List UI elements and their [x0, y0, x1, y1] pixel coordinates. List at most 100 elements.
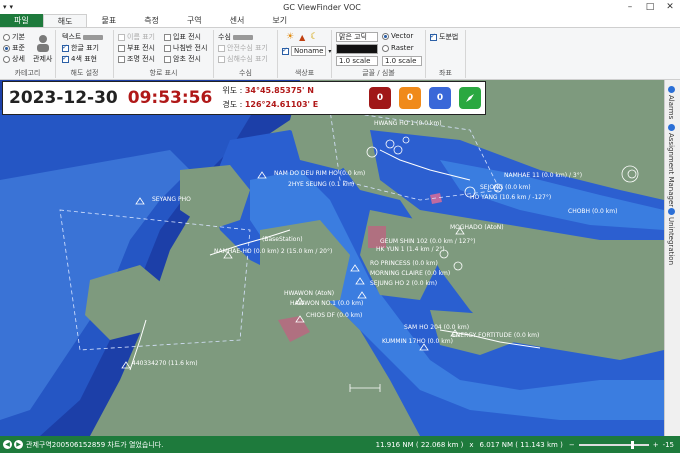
tab-measure[interactable]: 측정	[130, 14, 173, 27]
map-label-hyeseung[interactable]: 2HYE SEUNG (0.1 km)	[288, 181, 354, 188]
assignment-label: Assignment Manager	[667, 133, 675, 208]
name-checkbox[interactable]	[118, 33, 125, 41]
safe-depth-checkbox[interactable]	[218, 44, 225, 52]
text-slider[interactable]	[83, 34, 104, 40]
spiral-checkbox[interactable]	[164, 44, 171, 52]
reef-checkbox[interactable]	[164, 55, 171, 63]
spiral-label: 나침반 전시	[173, 44, 208, 52]
map-label-chobh[interactable]: CHOBH (0.0 km)	[568, 208, 617, 215]
close-icon[interactable]: ✕	[660, 2, 680, 12]
depth-slider[interactable]	[232, 34, 253, 40]
quick-access-icon[interactable]: ▾	[10, 3, 14, 11]
korean-checkbox[interactable]	[62, 43, 69, 52]
prev-icon[interactable]: ◀	[3, 440, 12, 449]
app-window: ▾ ▾ GC ViewFinder VOC – □ ✕ 파일 해도 물표 측정 구…	[0, 0, 680, 453]
lat-label: 위도 :	[222, 86, 243, 95]
map-label-hawwon[interactable]: HAWWON NO.1 (0.0 km)	[290, 300, 363, 307]
zoom-out-icon[interactable]: −	[569, 441, 575, 449]
side-tab-alarms[interactable]: Alarms	[667, 86, 675, 119]
scale-dropdown-1[interactable]: 1.0 scale	[336, 56, 378, 66]
safe-depth-label: 안전수심 표기	[227, 44, 268, 52]
dms-checkbox[interactable]	[430, 32, 437, 41]
nautical-chart[interactable]	[0, 80, 664, 436]
tab-target[interactable]: 물표	[87, 14, 130, 27]
map-label-hwangho[interactable]: HWANG HO 1 (0.0 km)	[374, 120, 442, 127]
font-color-swatch[interactable]	[336, 44, 378, 54]
map-label-namhae11[interactable]: NAMHAE 11 (0.0 km) / 3°)	[504, 172, 582, 179]
scale-dropdown-2[interactable]: 1.0 scale	[382, 56, 422, 66]
raster-radio[interactable]	[382, 44, 389, 52]
palette-dropdown[interactable]: Noname	[291, 46, 327, 56]
map-label-hkyun[interactable]: HK YUN 1 (1.4 km / 2°)	[376, 246, 445, 253]
palette-checkbox[interactable]	[282, 46, 289, 55]
reef-label: 암초 전시	[173, 55, 201, 63]
window-title: GC ViewFinder VOC	[283, 2, 361, 12]
map-label-chios[interactable]: CHIOS DF (0.0 km)	[306, 312, 362, 319]
alarm-count-red[interactable]: 0	[369, 87, 391, 109]
detail-radio[interactable]	[3, 55, 10, 63]
zoom-slider[interactable]	[578, 440, 649, 449]
manager-button[interactable]: 관제사	[33, 34, 52, 64]
tab-sensor[interactable]: 센서	[216, 14, 259, 27]
vector-label: Vector	[391, 32, 414, 40]
map-label-namdo[interactable]: NAM DO DEU RIM HO (0.0 km)	[274, 170, 365, 177]
minimize-icon[interactable]: –	[620, 2, 640, 12]
standard-radio[interactable]	[3, 44, 10, 52]
font-dropdown[interactable]: 맑은 고딕	[336, 32, 378, 42]
side-tab-unintegration[interactable]: Unintegration	[667, 208, 675, 265]
map-label-namhaeho[interactable]: NAMHAE-HO (0.0 km) 2 (15.0 km / 20°)	[214, 248, 332, 255]
light-checkbox[interactable]	[118, 55, 125, 63]
tab-view[interactable]: 보기	[258, 14, 301, 27]
lon-value: 126°24.61103' E	[244, 100, 319, 109]
map-label-hoyang[interactable]: HO YANG (10.6 km / -127°)	[470, 194, 551, 201]
tab-chart[interactable]: 해도	[42, 14, 88, 27]
map-label-samho[interactable]: SAM HO 204 (0.0 km)	[404, 324, 469, 331]
chart-map[interactable]: SEYANG PHO NAM DO DEU RIM HO (0.0 km) 2H…	[0, 80, 664, 436]
unintegration-icon	[667, 208, 675, 215]
alarm-count-blue[interactable]: 0	[429, 87, 451, 109]
zoom-in-icon[interactable]: +	[653, 441, 659, 449]
coords-group-name: 좌표	[439, 69, 452, 77]
map-label-energy[interactable]: ENERGY FORTITUDE (0.0 km)	[452, 332, 539, 339]
map-label-kummin[interactable]: KUMMIN 17HO (0.0 km)	[382, 338, 453, 345]
tab-file[interactable]: 파일	[0, 14, 43, 27]
chart-settings-group-name: 해도 설정	[70, 69, 99, 77]
app-menu-icon[interactable]: ▾	[3, 3, 7, 11]
next-icon[interactable]: ▶	[14, 440, 23, 449]
map-label-basestation[interactable]: (BaseStation)	[262, 236, 303, 243]
side-tab-assignment[interactable]: Assignment Manager	[667, 124, 675, 207]
night-icon[interactable]: ☾	[310, 32, 318, 42]
map-label-moghado[interactable]: MOGHADO (AtoN)	[450, 224, 504, 231]
korean-label: 한글 표기	[71, 44, 99, 52]
chart-width: 11.916 NM ( 22.068 km )	[375, 440, 464, 449]
map-label-morningclaire[interactable]: MORNING CLAIRE (0.0 km)	[370, 270, 450, 277]
manager-label: 관제사	[33, 55, 53, 63]
tab-zone[interactable]: 구역	[173, 14, 216, 27]
compass-button[interactable]	[459, 87, 481, 109]
entry-checkbox[interactable]	[164, 33, 171, 41]
standard-label: 표준	[12, 44, 25, 52]
basic-radio[interactable]	[3, 33, 10, 41]
buoy-label: 부표 전시	[127, 44, 155, 52]
map-label-hwawon[interactable]: HWAWON (AtoN)	[284, 290, 334, 297]
vector-radio[interactable]	[382, 32, 389, 40]
map-label-roprincess[interactable]: RO PRINCESS (0.0 km)	[370, 260, 438, 267]
map-label-mmsi[interactable]: 440334270 (11.6 km)	[132, 360, 198, 367]
datetime-panel: 2023-12-30 09:53:56 위도 : 34°45.85375' N …	[2, 81, 486, 115]
fourcolor-checkbox[interactable]	[62, 54, 69, 63]
map-label-seyang[interactable]: SEYANG PHO	[152, 196, 191, 203]
map-label-sejungho[interactable]: SEJUNG HO 2 (0.0 km)	[370, 280, 437, 287]
map-label-sejong[interactable]: SEJONG (0.0 km)	[480, 184, 531, 191]
alarm-count-orange[interactable]: 0	[399, 87, 421, 109]
buoy-checkbox[interactable]	[118, 44, 125, 52]
dusk-icon[interactable]: ▲	[299, 33, 305, 42]
palette-chevron-icon[interactable]: ▾	[328, 48, 331, 55]
day-icon[interactable]: ☀	[286, 32, 294, 42]
name-label: 이름 표기	[127, 33, 155, 41]
deep-depth-checkbox[interactable]	[218, 55, 225, 63]
depth-group: 수심 안전수심 표기 심해수심 표기 수심	[214, 30, 278, 78]
maximize-icon[interactable]: □	[640, 2, 660, 12]
map-label-geumshin[interactable]: GEUM SHIN 102 (0.0 km / 127°)	[380, 238, 476, 245]
compass-icon	[466, 94, 474, 102]
manager-icon	[36, 35, 49, 52]
